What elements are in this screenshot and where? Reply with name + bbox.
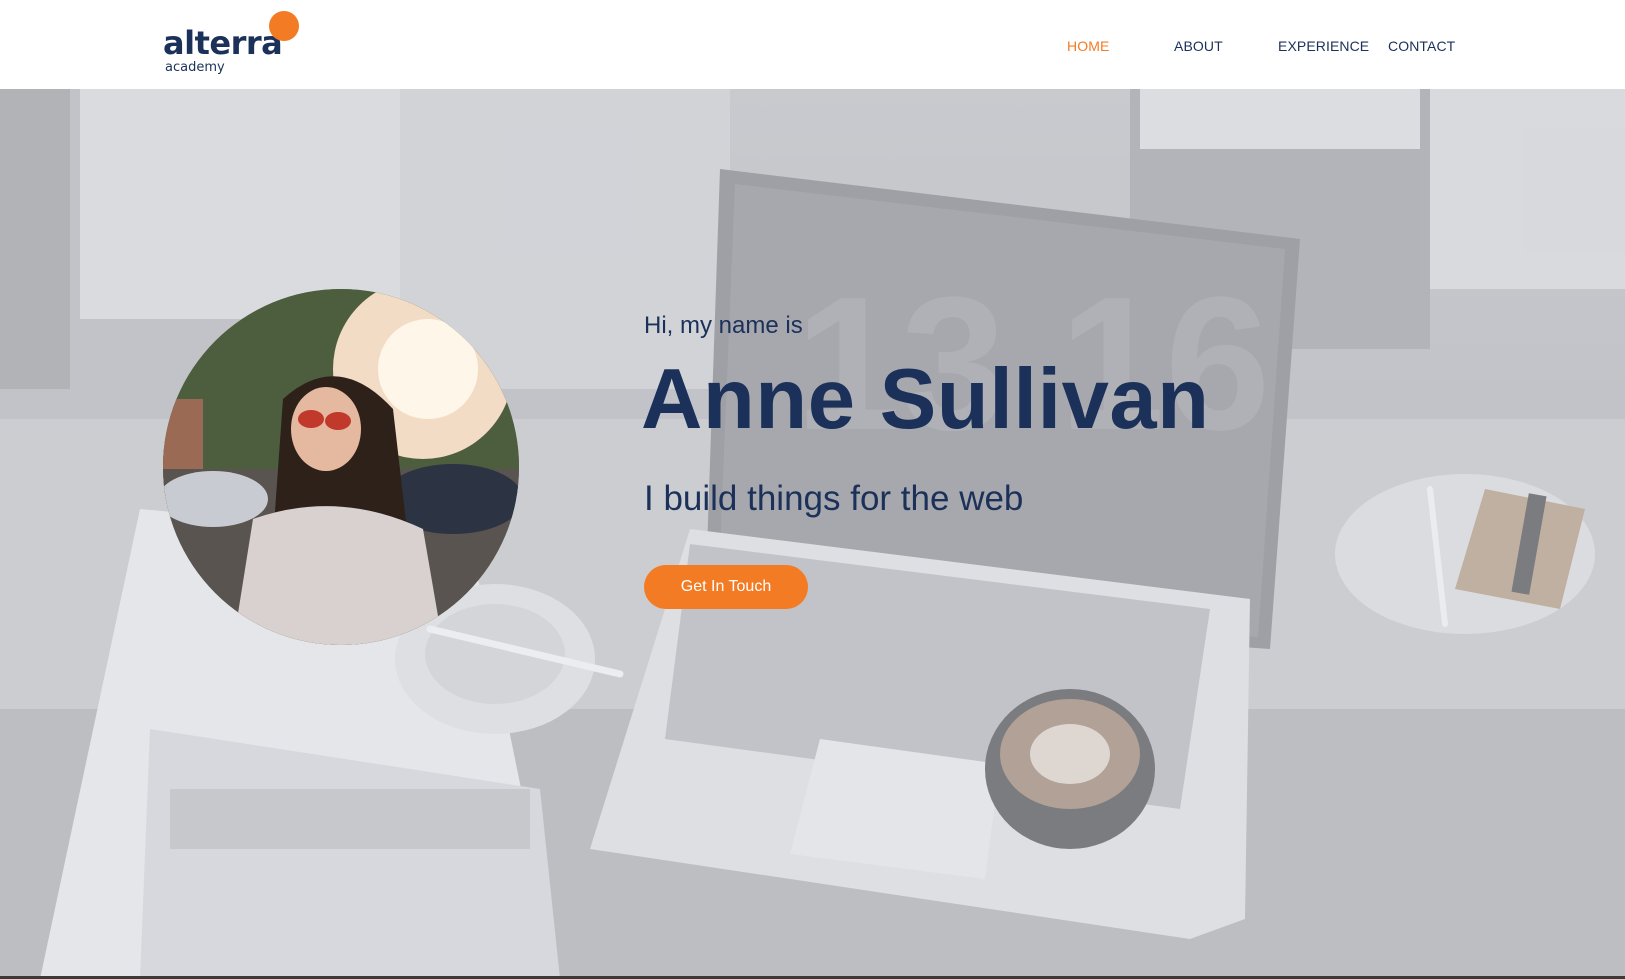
- logo-subtitle: academy: [165, 60, 225, 75]
- hero-tagline: I build things for the web: [644, 479, 1024, 518]
- nav-home[interactable]: HOME: [1067, 37, 1109, 55]
- site-header: alterra academy HOME ABOUT EXPERIENCE CO…: [0, 0, 1625, 89]
- profile-photo: [163, 289, 519, 645]
- nav-contact[interactable]: CONTACT: [1388, 37, 1455, 55]
- main-nav: HOME ABOUT EXPERIENCE CONTACT: [0, 37, 1625, 57]
- nav-experience[interactable]: EXPERIENCE: [1278, 37, 1369, 55]
- portfolio-page: alterra academy HOME ABOUT EXPERIENCE CO…: [0, 0, 1625, 979]
- get-in-touch-button[interactable]: Get In Touch: [644, 565, 808, 609]
- hero-name: Anne Sullivan: [641, 352, 1210, 447]
- hero-section: 13 16 Hi, my name is Anne Sullivan I bui…: [0, 89, 1625, 979]
- nav-about[interactable]: ABOUT: [1174, 37, 1223, 55]
- hero-greeting: Hi, my name is: [644, 312, 803, 339]
